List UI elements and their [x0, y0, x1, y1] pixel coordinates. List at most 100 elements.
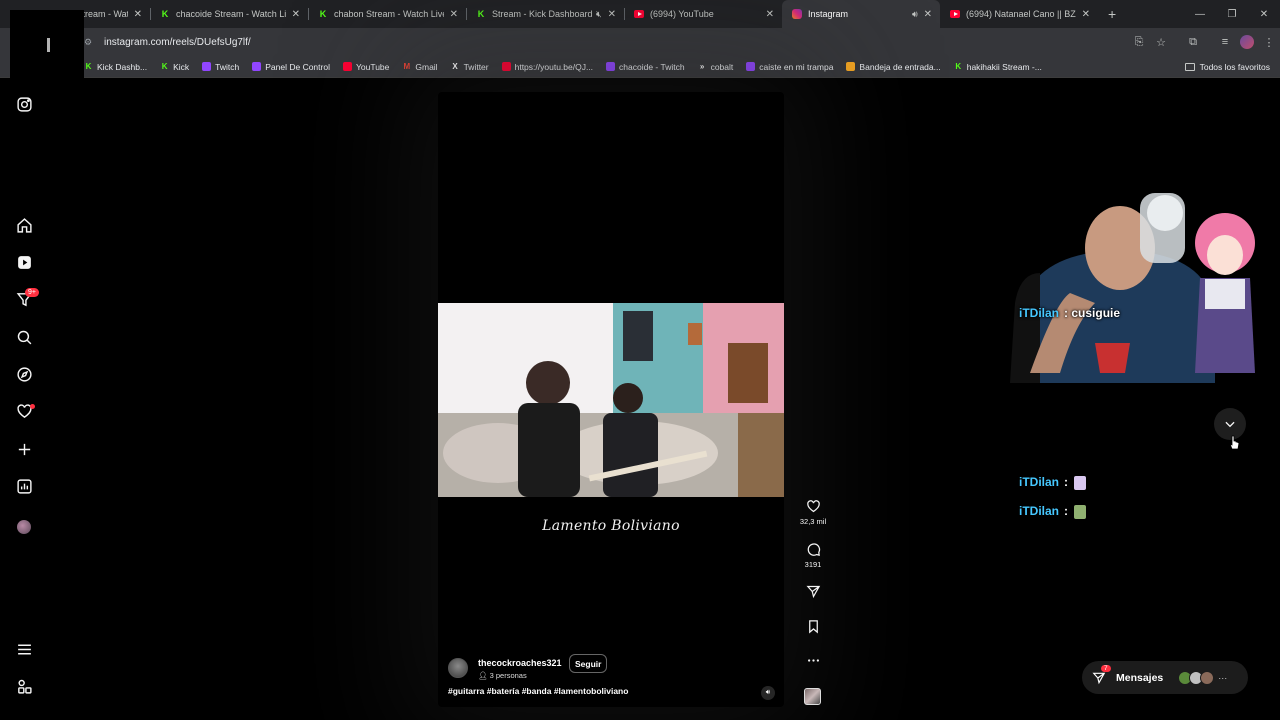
reels-icon[interactable]: [16, 254, 33, 271]
reel-video[interactable]: [438, 303, 784, 497]
extensions-icon[interactable]: ⧉: [1182, 36, 1204, 49]
address-bar[interactable]: ⚙︎ instagram.com/reels/DUefsUg7lf/: [84, 32, 1164, 52]
bookmark-item[interactable]: » cobalt: [698, 61, 734, 72]
bookmark-star-icon[interactable]: ☆: [1150, 36, 1172, 49]
chat-username: iTDilan: [1019, 306, 1060, 320]
browser-tab[interactable]: K chacoide Stream - Watch Live o ✕: [150, 0, 308, 28]
youtube-icon: [342, 62, 352, 71]
profile-avatar[interactable]: [17, 520, 31, 534]
chat-emote: [1074, 475, 1087, 490]
browser-tabstrip: stream - Watch Live o ✕ K chacoide Strea…: [0, 0, 1280, 28]
tab-title: (6994) Natanael Cano || BZRP M: [966, 9, 1076, 19]
comment-icon: [807, 543, 820, 556]
close-icon[interactable]: ✕: [766, 9, 774, 20]
kick-icon: K: [161, 62, 168, 71]
bookmark-item[interactable]: YouTube: [342, 62, 389, 72]
bookmark-item[interactable]: Bandeja de entrada...: [846, 61, 941, 72]
new-tab-button[interactable]: +: [1098, 6, 1126, 22]
reel-player[interactable]: Lamento Boliviano thecockroaches321 👤︎ 3…: [438, 92, 784, 707]
share-button[interactable]: [795, 584, 831, 599]
bookmark-label: Panel De Control: [265, 61, 330, 72]
browser-tab[interactable]: (6994) YouTube ✕: [624, 0, 782, 28]
instagram-logo-icon[interactable]: [16, 96, 33, 113]
comment-count: 3191: [804, 560, 822, 569]
follow-button[interactable]: Seguir: [569, 654, 608, 673]
bookmark-item[interactable]: https://youtu.be/QJ...: [501, 62, 593, 72]
home-icon[interactable]: [16, 217, 33, 234]
audio-thumbnail[interactable]: [804, 688, 821, 705]
chat-text: : cusiguie: [1064, 306, 1121, 320]
menu-icon[interactable]: ⋮: [1258, 36, 1280, 49]
chat-text: :: [1064, 475, 1069, 489]
browser-tab[interactable]: (6994) Natanael Cano || BZRP M ✕: [940, 0, 1098, 28]
youtube-icon: [950, 9, 960, 19]
bookmark-label: cobalt: [710, 61, 734, 72]
install-app-icon[interactable]: ⎘: [1128, 36, 1150, 49]
bookmark-item[interactable]: caiste en mi trampa: [746, 62, 833, 72]
heart-icon: [806, 500, 820, 513]
tab-title: Stream - Kick Dashboard: [492, 9, 592, 19]
browser-tab-active[interactable]: Instagram 🔊︎ ✕: [782, 0, 940, 28]
bookmark-item[interactable]: chacoide - Twitch: [606, 62, 685, 72]
bookmark-item[interactable]: M Gmail: [402, 62, 438, 72]
bookmark-item[interactable]: Twitch: [202, 62, 239, 72]
dashboard-icon[interactable]: [16, 478, 33, 495]
bookmark-item[interactable]: K Kick Dashb...: [84, 62, 147, 72]
comment-button[interactable]: 3191: [795, 542, 831, 569]
messages-pill[interactable]: 7 Mensajes ···: [1082, 661, 1248, 694]
mouse-cursor-icon: [1229, 435, 1240, 450]
reel-caption-title: Lamento Boliviano: [542, 518, 680, 534]
bookmark-label: hakihakii Stream -...: [966, 61, 1042, 72]
bookmark-item[interactable]: X Twitter: [451, 62, 488, 72]
bookmark-item[interactable]: Panel De Control: [252, 62, 330, 72]
kick-icon: K: [477, 9, 485, 19]
muted-icon[interactable]: 🔇︎: [596, 9, 602, 20]
like-button[interactable]: 32,3 mil: [795, 499, 831, 526]
youtube-icon: [634, 9, 644, 19]
author-avatar[interactable]: [448, 658, 468, 678]
bookmark-label: Bandeja de entrada...: [859, 61, 941, 72]
tab-title: Instagram: [808, 9, 849, 19]
close-icon[interactable]: ✕: [134, 9, 142, 20]
more-menu-icon[interactable]: [16, 641, 33, 658]
bookmark-label: Kick Dashb...: [97, 61, 148, 72]
media-control-icon[interactable]: ≡: [1214, 36, 1236, 48]
create-plus-icon[interactable]: [16, 441, 33, 458]
more-options-button[interactable]: [795, 653, 831, 668]
restore-icon[interactable]: ❐: [1216, 0, 1248, 28]
search-icon[interactable]: [16, 329, 33, 346]
browser-tab[interactable]: K chabon Stream - Watch Live on ✕: [308, 0, 466, 28]
close-icon[interactable]: ✕: [1082, 9, 1090, 20]
bookmark-item[interactable]: K Kick: [160, 62, 189, 72]
bookmark-item[interactable]: Khakihakii Stream -...: [954, 62, 1042, 72]
tab-title: chabon Stream - Watch Live on: [334, 9, 444, 19]
site-info-icon[interactable]: ⚙︎: [84, 37, 98, 48]
close-icon[interactable]: ✕: [608, 9, 616, 20]
profile-avatar[interactable]: [1240, 35, 1254, 49]
save-button[interactable]: [795, 619, 831, 634]
avatar: [1200, 670, 1215, 685]
audio-playing-icon[interactable]: 🔊︎: [912, 9, 918, 20]
explore-compass-icon[interactable]: [16, 366, 33, 383]
notification-badge: 9+: [25, 288, 39, 297]
reel-hashtags[interactable]: #guitarra #batería #banda #lamentobolivi…: [448, 686, 628, 696]
close-window-icon[interactable]: ✕: [1248, 0, 1280, 28]
bookmarks-bar: K Kick Dashb... K Kick Twitch Panel De Con…: [0, 56, 1280, 78]
browser-tab[interactable]: K Stream - Kick Dashboard 🔇︎ ✕: [466, 0, 624, 28]
instagram-icon: [792, 9, 802, 19]
chevron-down-icon: [1225, 421, 1235, 428]
instagram-page: 9+ Lamento Boliviano thecockroaches321 👤…: [0, 79, 1280, 720]
close-icon[interactable]: ✕: [450, 9, 458, 20]
close-icon[interactable]: ✕: [292, 9, 300, 20]
all-bookmarks[interactable]: Todos los favoritos: [1184, 62, 1270, 72]
chat-username: iTDilan: [1019, 504, 1060, 518]
kick-icon: K: [161, 9, 169, 19]
minimize-icon[interactable]: —: [1184, 0, 1216, 28]
share-icon: [805, 585, 820, 599]
close-icon[interactable]: ✕: [924, 9, 932, 20]
also-from-meta-icon[interactable]: [16, 678, 33, 695]
author-username[interactable]: thecockroaches321: [478, 658, 562, 668]
kick-icon: K: [955, 62, 962, 71]
collab-people[interactable]: 👤︎ 3 personas: [478, 671, 527, 680]
volume-icon[interactable]: 🔊︎: [761, 686, 775, 700]
